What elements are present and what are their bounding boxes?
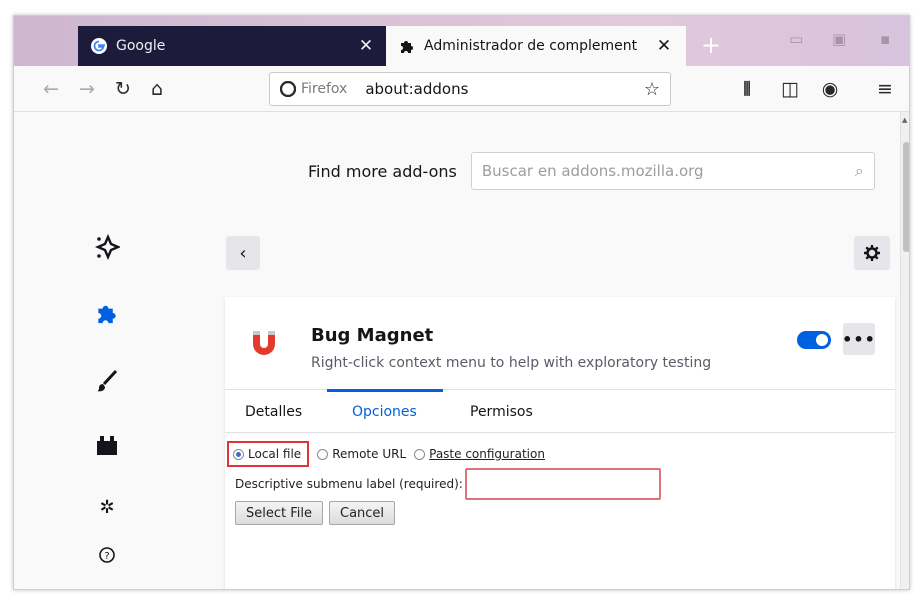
tab-permissions[interactable]: Permisos bbox=[470, 404, 533, 420]
submenu-label-input[interactable] bbox=[464, 468, 661, 500]
close-window-icon[interactable]: ▪ bbox=[880, 30, 890, 48]
url-text[interactable]: about:addons bbox=[365, 80, 644, 98]
identity-label: Firefox bbox=[301, 81, 348, 97]
gear-icon bbox=[864, 245, 880, 261]
radio-paste-configuration[interactable]: Paste configuration bbox=[414, 447, 545, 461]
chevron-left-icon: ‹ bbox=[239, 242, 247, 264]
forward-icon[interactable]: → bbox=[72, 74, 102, 104]
account-icon[interactable]: ◉ bbox=[815, 74, 845, 104]
submenu-label-text: Descriptive submenu label (required): bbox=[235, 477, 463, 491]
toggle-knob bbox=[816, 334, 828, 346]
puzzle-icon bbox=[398, 37, 416, 55]
radio-dot-selected bbox=[233, 448, 244, 460]
bug-magnet-logo-icon bbox=[247, 325, 281, 359]
search-placeholder: Buscar en addons.mozilla.org bbox=[481, 162, 704, 180]
active-tab-indicator bbox=[327, 389, 443, 392]
tab-strip: Google ✕ Administrador de complement ✕ +… bbox=[14, 16, 909, 66]
options-buttons: Select File Cancel bbox=[235, 501, 661, 525]
tab-options[interactable]: Opciones bbox=[352, 404, 417, 420]
minimize-icon[interactable]: ▭ bbox=[789, 30, 803, 48]
sparkle-icon bbox=[94, 234, 120, 260]
radio-remote-url-label: Remote URL bbox=[332, 447, 407, 461]
svg-text:?: ? bbox=[104, 551, 109, 562]
help-icon: ? bbox=[99, 547, 115, 563]
sidebar-item-help[interactable]: ? bbox=[92, 540, 122, 570]
browser-window: Google ✕ Administrador de complement ✕ +… bbox=[13, 15, 910, 590]
addon-description: Right-click context menu to help with ex… bbox=[311, 355, 712, 371]
google-logo-icon bbox=[90, 37, 108, 55]
radio-dot bbox=[317, 448, 329, 460]
scroll-up-icon[interactable]: ▲ bbox=[902, 116, 907, 124]
submenu-label-row: Descriptive submenu label (required): bbox=[235, 468, 661, 500]
addon-name: Bug Magnet bbox=[311, 325, 434, 346]
maximize-icon[interactable]: ▣ bbox=[832, 30, 846, 48]
tools-gear-button[interactable] bbox=[854, 236, 890, 270]
addons-search-input[interactable]: Buscar en addons.mozilla.org ⌕ bbox=[470, 152, 875, 190]
library-icon[interactable]: ⫼ bbox=[732, 74, 762, 104]
bookmark-star-icon[interactable]: ☆ bbox=[644, 79, 660, 100]
radio-local-file-label: Local file bbox=[248, 447, 302, 461]
more-options-button[interactable]: ••• bbox=[842, 323, 875, 355]
menu-icon[interactable]: ≡ bbox=[870, 74, 900, 104]
plugin-block-icon bbox=[97, 436, 117, 455]
sidebar-item-extensions[interactable] bbox=[92, 298, 122, 328]
tab-details[interactable]: Detalles bbox=[245, 404, 302, 420]
addon-card: Bug Magnet Right-click context menu to h… bbox=[225, 297, 895, 589]
gear-icon: ✲ bbox=[99, 496, 115, 518]
sidebar-item-recommendations[interactable] bbox=[92, 232, 122, 262]
navigation-toolbar: ← → ↻ ⌂ Firefox about:addons ☆ ⫼ ◫ ◉ ≡ bbox=[14, 66, 909, 112]
addon-enable-toggle[interactable] bbox=[797, 331, 831, 349]
addons-page: Find more add-ons Buscar en addons.mozil… bbox=[14, 112, 909, 589]
sidebar-item-plugins[interactable] bbox=[92, 430, 122, 460]
radio-paste-configuration-label: Paste configuration bbox=[429, 447, 545, 461]
back-button[interactable]: ‹ bbox=[226, 236, 260, 270]
cancel-button[interactable]: Cancel bbox=[329, 501, 396, 525]
radio-local-file[interactable]: Local file bbox=[227, 441, 310, 467]
sidebar-toggle-icon[interactable]: ◫ bbox=[775, 74, 805, 104]
page-scrollbar[interactable]: ▲ bbox=[900, 112, 909, 589]
options-form: Local file Remote URL Paste configuratio… bbox=[227, 441, 661, 525]
sidebar-item-settings[interactable]: ✲ bbox=[92, 492, 122, 522]
sidebar-item-themes[interactable] bbox=[92, 366, 122, 396]
home-icon[interactable]: ⌂ bbox=[142, 74, 172, 104]
tab-title: Google bbox=[116, 38, 166, 54]
find-more-label: Find more add-ons bbox=[308, 161, 457, 181]
brush-icon bbox=[97, 369, 118, 392]
search-icon: ⌕ bbox=[854, 161, 864, 180]
radio-dot bbox=[414, 448, 426, 460]
url-bar[interactable]: Firefox about:addons ☆ bbox=[269, 72, 671, 106]
scrollbar-thumb[interactable] bbox=[903, 142, 909, 252]
radio-remote-url[interactable]: Remote URL bbox=[317, 447, 406, 461]
addon-detail-tabs: Detalles Opciones Permisos bbox=[225, 389, 895, 433]
puzzle-icon bbox=[98, 305, 116, 324]
tab-google[interactable]: Google ✕ bbox=[78, 26, 388, 66]
reload-icon[interactable]: ↻ bbox=[108, 74, 138, 104]
firefox-icon bbox=[280, 81, 296, 97]
tab-title: Administrador de complement bbox=[424, 38, 638, 54]
select-file-button[interactable]: Select File bbox=[235, 501, 323, 525]
tab-close-icon[interactable]: ✕ bbox=[654, 36, 674, 56]
source-radio-group: Local file Remote URL Paste configuratio… bbox=[227, 441, 661, 467]
back-icon[interactable]: ← bbox=[36, 74, 66, 104]
tab-close-icon[interactable]: ✕ bbox=[356, 36, 376, 56]
identity-box[interactable]: Firefox bbox=[280, 81, 347, 97]
tab-addons-manager[interactable]: Administrador de complement ✕ bbox=[386, 26, 686, 66]
new-tab-button[interactable]: + bbox=[697, 32, 725, 60]
find-more-row: Find more add-ons Buscar en addons.mozil… bbox=[308, 152, 875, 190]
